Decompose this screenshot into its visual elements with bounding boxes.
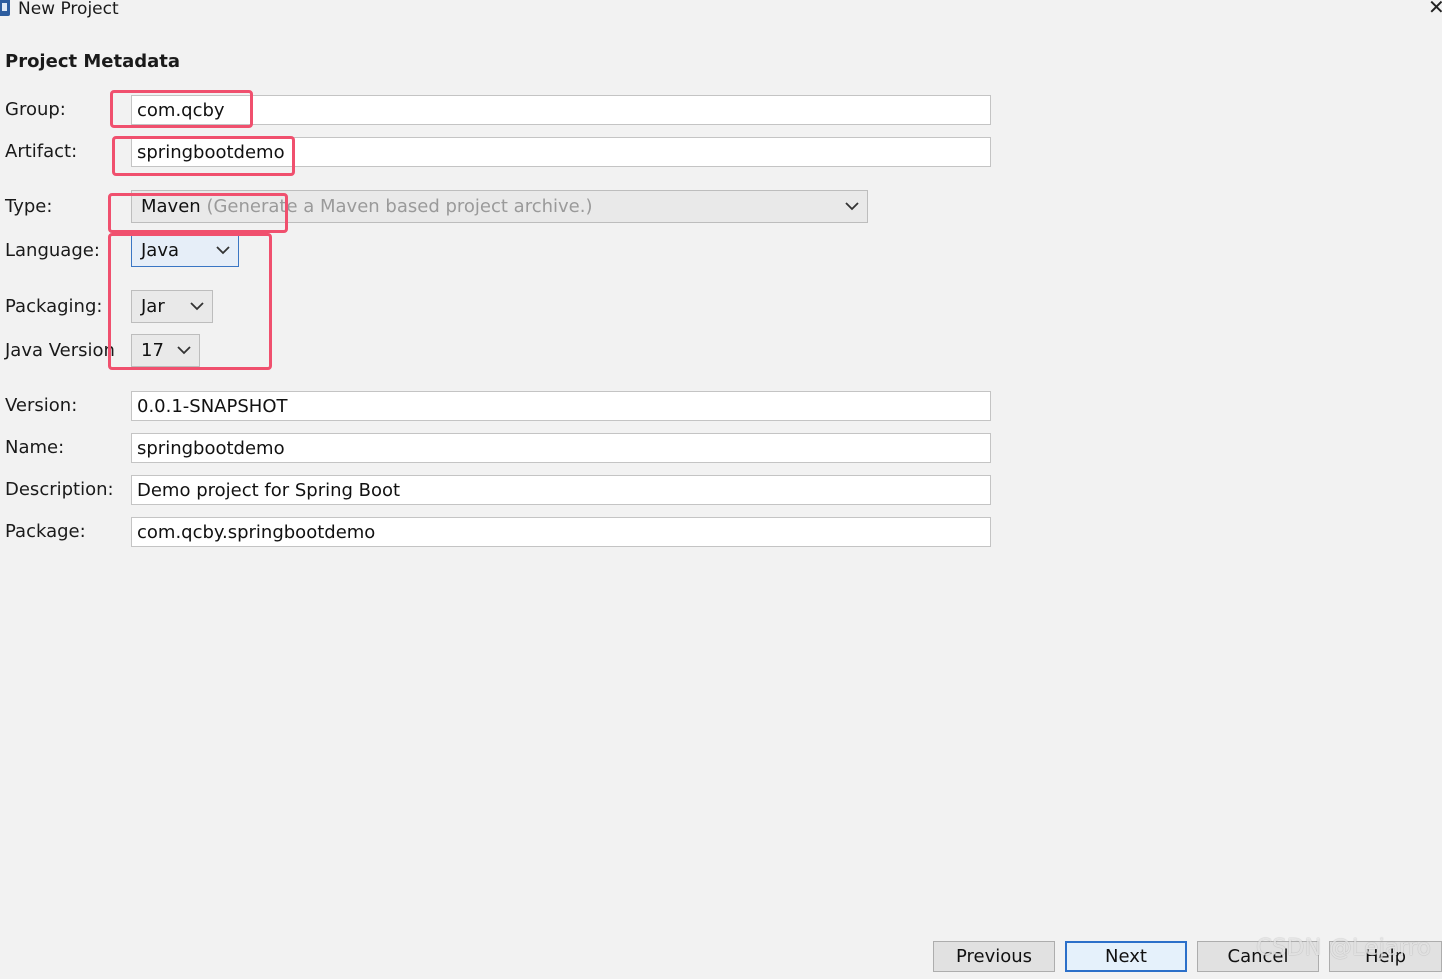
- java-version-label: Java Version: [5, 340, 115, 361]
- close-icon[interactable]: ✕: [1428, 0, 1442, 18]
- chevron-down-icon: [216, 235, 232, 266]
- packaging-label: Packaging:: [5, 296, 103, 317]
- name-input[interactable]: [131, 433, 991, 463]
- description-input[interactable]: [131, 475, 991, 505]
- help-button[interactable]: Help: [1329, 941, 1442, 972]
- type-value: Maven: [141, 196, 201, 217]
- intellij-app-icon: [0, 0, 10, 16]
- group-input[interactable]: [131, 95, 991, 125]
- artifact-input[interactable]: [131, 137, 991, 167]
- java-version-value: 17: [141, 340, 164, 361]
- next-button[interactable]: Next: [1065, 941, 1187, 972]
- package-input[interactable]: [131, 517, 991, 547]
- packaging-value: Jar: [141, 296, 165, 317]
- window-title: New Project: [18, 0, 119, 19]
- chevron-down-icon: [845, 191, 861, 222]
- section-title: Project Metadata: [5, 51, 181, 72]
- name-label: Name:: [5, 437, 65, 458]
- type-select[interactable]: Maven (Generate a Maven based project ar…: [131, 190, 868, 223]
- description-label: Description:: [5, 479, 114, 500]
- artifact-label: Artifact:: [5, 141, 78, 162]
- chevron-down-icon: [177, 335, 193, 366]
- language-label: Language:: [5, 240, 100, 261]
- packaging-select[interactable]: Jar: [131, 290, 213, 323]
- type-select-value: Maven (Generate a Maven based project ar…: [141, 191, 592, 222]
- java-version-select[interactable]: 17: [131, 334, 200, 367]
- group-label: Group:: [5, 99, 66, 120]
- package-label: Package:: [5, 521, 86, 542]
- type-label: Type:: [5, 196, 53, 217]
- version-input[interactable]: [131, 391, 991, 421]
- type-hint: (Generate a Maven based project archive.…: [206, 196, 593, 217]
- cancel-button[interactable]: Cancel: [1197, 941, 1319, 972]
- language-select[interactable]: Java: [131, 234, 239, 267]
- version-label: Version:: [5, 395, 78, 416]
- title-bar: New Project ✕: [0, 0, 1442, 30]
- language-value: Java: [141, 240, 180, 261]
- chevron-down-icon: [190, 291, 206, 322]
- previous-button[interactable]: Previous: [933, 941, 1055, 972]
